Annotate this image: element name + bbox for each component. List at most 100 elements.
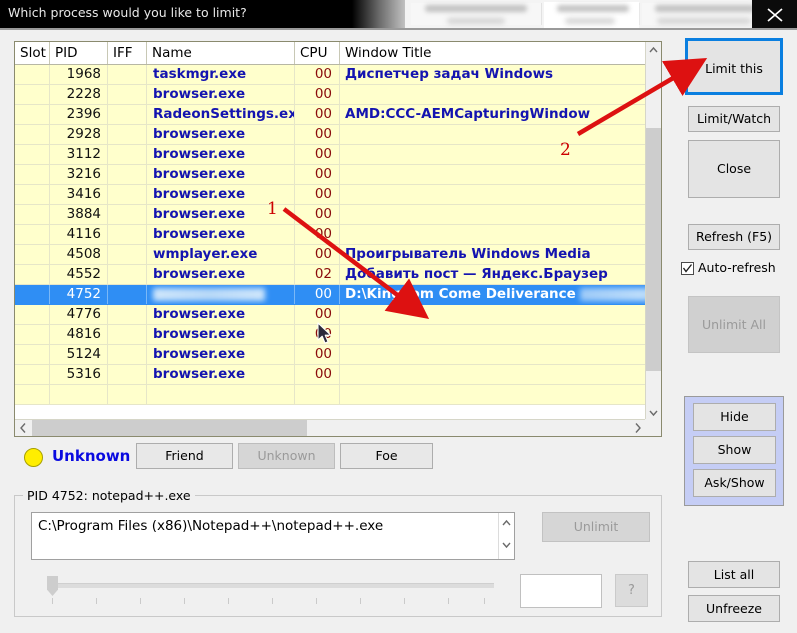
table-row[interactable]: 3216 browser.exe 00: [15, 165, 646, 185]
executable-path-field[interactable]: C:\Program Files (x86)\Notepad++\notepad…: [31, 512, 515, 560]
background-tab-sublabel: [565, 18, 615, 24]
cell-slot: [15, 265, 50, 284]
path-scroll-down-icon[interactable]: [499, 538, 514, 556]
scroll-up-icon[interactable]: [646, 42, 661, 59]
cell-window-title: [340, 85, 646, 104]
horizontal-scrollbar[interactable]: [15, 419, 661, 436]
cell-iff: [108, 65, 147, 84]
column-header-name[interactable]: Name: [147, 42, 295, 64]
friend-button[interactable]: Friend: [136, 443, 233, 469]
help-button: ?: [615, 574, 648, 607]
executable-path-value: C:\Program Files (x86)\Notepad++\notepad…: [38, 518, 384, 534]
cell-cpu: 00: [295, 85, 340, 104]
cell-cpu: 00: [295, 105, 340, 124]
window-titlebar[interactable]: Which process would you like to limit?: [0, 0, 797, 28]
auto-refresh-checkbox[interactable]: Auto-refresh: [681, 260, 781, 278]
cell-name: [147, 385, 295, 404]
background-tab-label: [425, 5, 527, 12]
table-row[interactable]: 3884 browser.exe 00: [15, 205, 646, 225]
cell-cpu: 00: [295, 125, 340, 144]
table-row[interactable]: 2396 RadeonSettings.exe 00 AMD:CCC-AEMCaptu…: [15, 105, 646, 125]
scroll-left-icon[interactable]: [15, 420, 32, 436]
scroll-right-icon[interactable]: [629, 420, 646, 436]
process-list-header: Slot PID IFF Name CPU Window Title: [15, 42, 646, 65]
list-all-button[interactable]: List all: [688, 561, 780, 588]
limit-slider-track[interactable]: [47, 583, 494, 588]
process-list[interactable]: Slot PID IFF Name CPU Window Title 1968 t…: [14, 41, 662, 437]
cell-iff: [108, 125, 147, 144]
cell-cpu: 00: [295, 145, 340, 164]
path-field-scrollbar[interactable]: [498, 513, 514, 559]
cell-pid: 3416: [50, 185, 108, 204]
cell-iff: [108, 345, 147, 364]
column-header-cpu[interactable]: CPU: [295, 42, 340, 64]
cell-name: browser.exe: [147, 125, 295, 144]
table-row[interactable]: 3112 browser.exe 00: [15, 145, 646, 165]
limit-slider-thumb[interactable]: [47, 576, 58, 596]
cell-name: browser.exe: [147, 165, 295, 184]
vertical-scrollbar-thumb[interactable]: [646, 128, 661, 371]
cell-pid: 3216: [50, 165, 108, 184]
table-row[interactable]: 3416 browser.exe 00: [15, 185, 646, 205]
table-row[interactable]: 4552 browser.exe 02 Добавить пост — Яндекс.…: [15, 265, 646, 285]
cell-window-title: [340, 225, 646, 244]
vertical-scrollbar[interactable]: [645, 42, 661, 421]
iff-status-indicator-icon: [24, 448, 43, 467]
close-dialog-button[interactable]: Close: [688, 140, 780, 198]
close-button[interactable]: [752, 0, 797, 28]
cell-pid: [50, 385, 108, 404]
ask-show-button[interactable]: Ask/Show: [693, 469, 776, 497]
cell-name: [147, 285, 295, 304]
foe-button[interactable]: Foe: [340, 443, 433, 469]
cell-iff: [108, 385, 147, 404]
mouse-cursor-icon: [317, 322, 332, 344]
column-header-iff[interactable]: IFF: [108, 42, 147, 64]
table-row[interactable]: 2928 browser.exe 00: [15, 125, 646, 145]
table-row[interactable]: 2228 browser.exe 00: [15, 85, 646, 105]
horizontal-scrollbar-thumb[interactable]: [32, 420, 307, 436]
table-row[interactable]: 5316 browser.exe 00: [15, 365, 646, 385]
cell-iff: [108, 165, 147, 184]
path-scroll-up-icon[interactable]: [499, 516, 514, 534]
cell-pid: 4752: [50, 285, 108, 304]
cell-pid: 4552: [50, 265, 108, 284]
cell-pid: 4508: [50, 245, 108, 264]
cell-name: taskmgr.exe: [147, 65, 295, 84]
table-row[interactable]: 1968 taskmgr.exe 00 Диспетчер задач Windows: [15, 65, 646, 85]
cell-pid: 4116: [50, 225, 108, 244]
column-header-window-title[interactable]: Window Title: [340, 42, 646, 64]
cell-iff: [108, 185, 147, 204]
slider-tick: [228, 598, 229, 604]
cell-slot: [15, 165, 50, 184]
background-tab-label: [557, 5, 629, 12]
column-header-slot[interactable]: Slot: [15, 42, 50, 64]
annotation-number-2: 2: [560, 140, 571, 160]
hide-button[interactable]: Hide: [693, 403, 776, 431]
column-header-pid[interactable]: PID: [50, 42, 108, 64]
checkmark-icon: [682, 264, 693, 273]
cell-iff: [108, 305, 147, 324]
table-row[interactable]: 4116 browser.exe 00: [15, 225, 646, 245]
titlebar-gradient: [352, 0, 412, 28]
limit-watch-button[interactable]: Limit/Watch: [688, 106, 780, 132]
cell-window-title: Добавить пост — Яндекс.Браузер: [345, 266, 608, 282]
cell-window-title: [340, 165, 646, 184]
unfreeze-button[interactable]: Unfreeze: [688, 595, 780, 622]
cell-window-title: [340, 205, 646, 224]
table-row[interactable]: 5124 browser.exe 00: [15, 345, 646, 365]
cell-slot: [15, 125, 50, 144]
show-button[interactable]: Show: [693, 436, 776, 464]
limit-value-input[interactable]: [520, 574, 602, 608]
auto-refresh-checkbox-box[interactable]: [681, 262, 694, 275]
table-row[interactable]: 4752 00 D:\Kingdom Come Deliverance: [15, 285, 646, 305]
limit-this-button[interactable]: Limit this: [685, 38, 783, 95]
slider-tick: [360, 598, 361, 604]
table-row[interactable]: 4508 wmplayer.exe 00 Проигрыватель Windows …: [15, 245, 646, 265]
auto-refresh-label: Auto-refresh: [698, 260, 776, 275]
limit-slider[interactable]: [37, 574, 497, 604]
visibility-mode-panel: Hide Show Ask/Show: [684, 396, 784, 506]
table-row[interactable]: [15, 385, 646, 405]
cell-name: browser.exe: [147, 145, 295, 164]
slider-tick: [316, 598, 317, 604]
refresh-button[interactable]: Refresh (F5): [688, 224, 780, 250]
